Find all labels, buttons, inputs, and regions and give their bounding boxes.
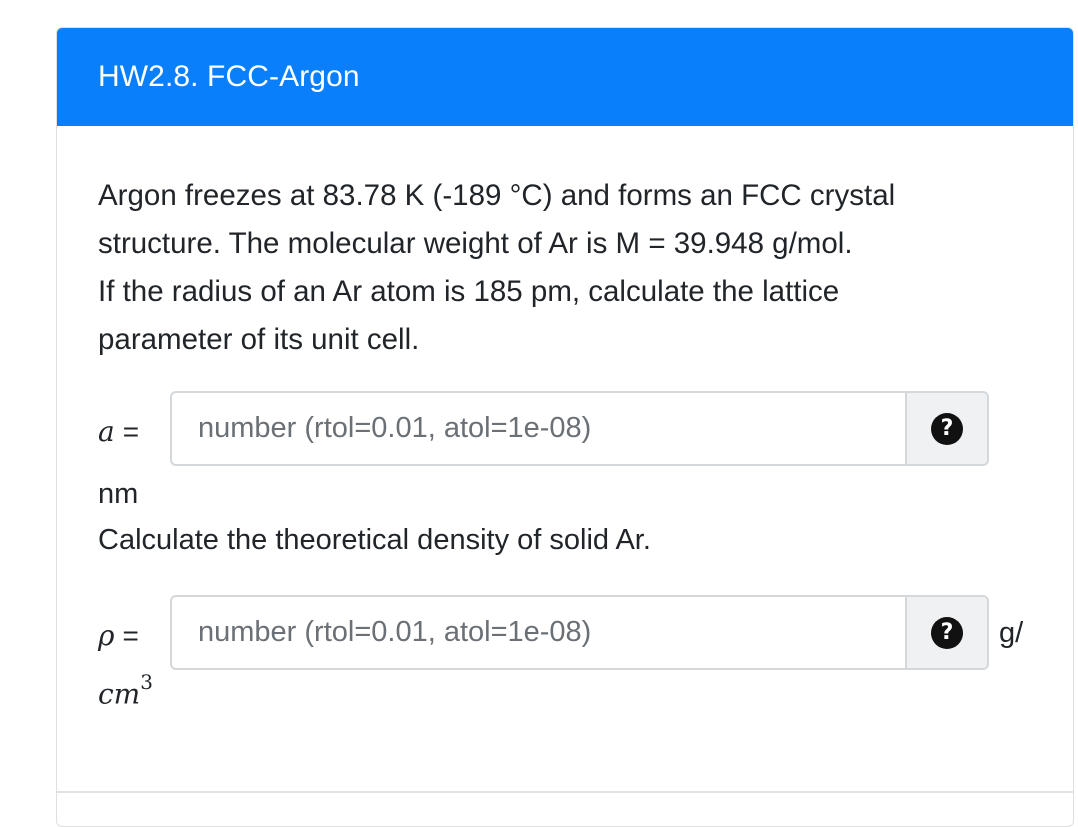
question-title: HW2.8. FCC-Argon bbox=[57, 28, 1073, 126]
equals-sign: = bbox=[122, 620, 139, 651]
question-line: structure. The molecular weight of Ar is… bbox=[98, 227, 853, 260]
question-circle-icon: ? bbox=[931, 616, 963, 649]
question-line: Argon freezes at 83.78 K (-189 °C) and f… bbox=[98, 179, 896, 212]
help-button[interactable]: ? bbox=[905, 595, 989, 670]
variable-symbol: ρ bbox=[98, 619, 115, 652]
lattice-parameter-unit: nm bbox=[98, 478, 139, 510]
unit-exponent: 3 bbox=[140, 670, 153, 694]
question-card: HW2.8. FCC-Argon Argon freezes at 83.78 … bbox=[56, 27, 1074, 827]
lattice-parameter-label: a = bbox=[98, 415, 139, 448]
density-label: ρ = bbox=[98, 619, 139, 652]
lattice-parameter-input-group: ? bbox=[170, 391, 989, 466]
card-divider bbox=[57, 791, 1073, 793]
lattice-parameter-input[interactable] bbox=[170, 391, 905, 466]
equals-sign: = bbox=[122, 416, 140, 447]
unit-base: cm bbox=[98, 677, 141, 711]
question-circle-icon: ? bbox=[931, 412, 963, 445]
density-unit-denominator: cm3 bbox=[98, 670, 153, 711]
help-button[interactable]: ? bbox=[905, 391, 989, 466]
question-text: Argon freezes at 83.78 K (-189 °C) and f… bbox=[98, 172, 998, 364]
question-line: parameter of its unit cell. bbox=[98, 323, 420, 356]
density-input-group: ? bbox=[170, 595, 989, 670]
variable-symbol: a bbox=[98, 415, 115, 448]
density-unit-prefix: g/ bbox=[999, 617, 1024, 649]
density-prompt: Calculate the theoretical density of sol… bbox=[98, 524, 651, 556]
density-input[interactable] bbox=[170, 595, 905, 670]
question-line: If the radius of an Ar atom is 185 pm, c… bbox=[98, 275, 840, 308]
